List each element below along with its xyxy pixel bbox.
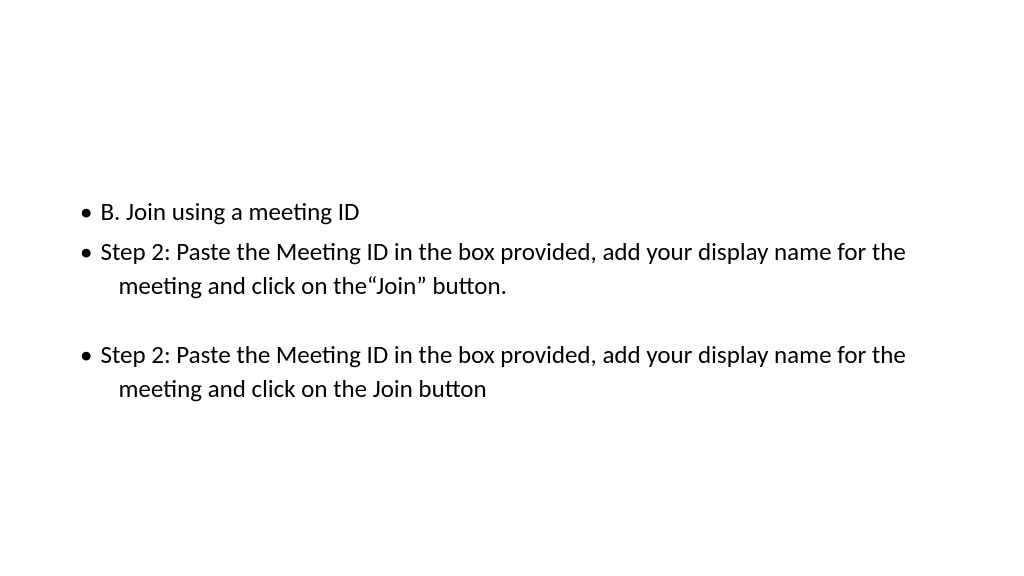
bullet-text: B. Join using a meeting ID [100, 195, 934, 229]
bullet-marker-icon: • [80, 338, 92, 372]
bullet-text: Step 2: Paste the Meeting ID in the box … [100, 235, 934, 303]
bullet-item-3: • Step 2: Paste the Meeting ID in the bo… [90, 338, 934, 406]
bullet-item-1: • B. Join using a meeting ID [90, 195, 934, 229]
bullet-text: Step 2: Paste the Meeting ID in the box … [100, 338, 934, 406]
spacer [90, 308, 934, 338]
bullet-marker-icon: • [80, 195, 92, 229]
bullet-text-content: Step 2: Paste the Meeting ID in the box … [100, 338, 934, 406]
bullet-marker-icon: • [80, 235, 92, 269]
bullet-item-2: • Step 2: Paste the Meeting ID in the bo… [90, 235, 934, 303]
bullet-text-content: Step 2: Paste the Meeting ID in the box … [100, 235, 934, 303]
